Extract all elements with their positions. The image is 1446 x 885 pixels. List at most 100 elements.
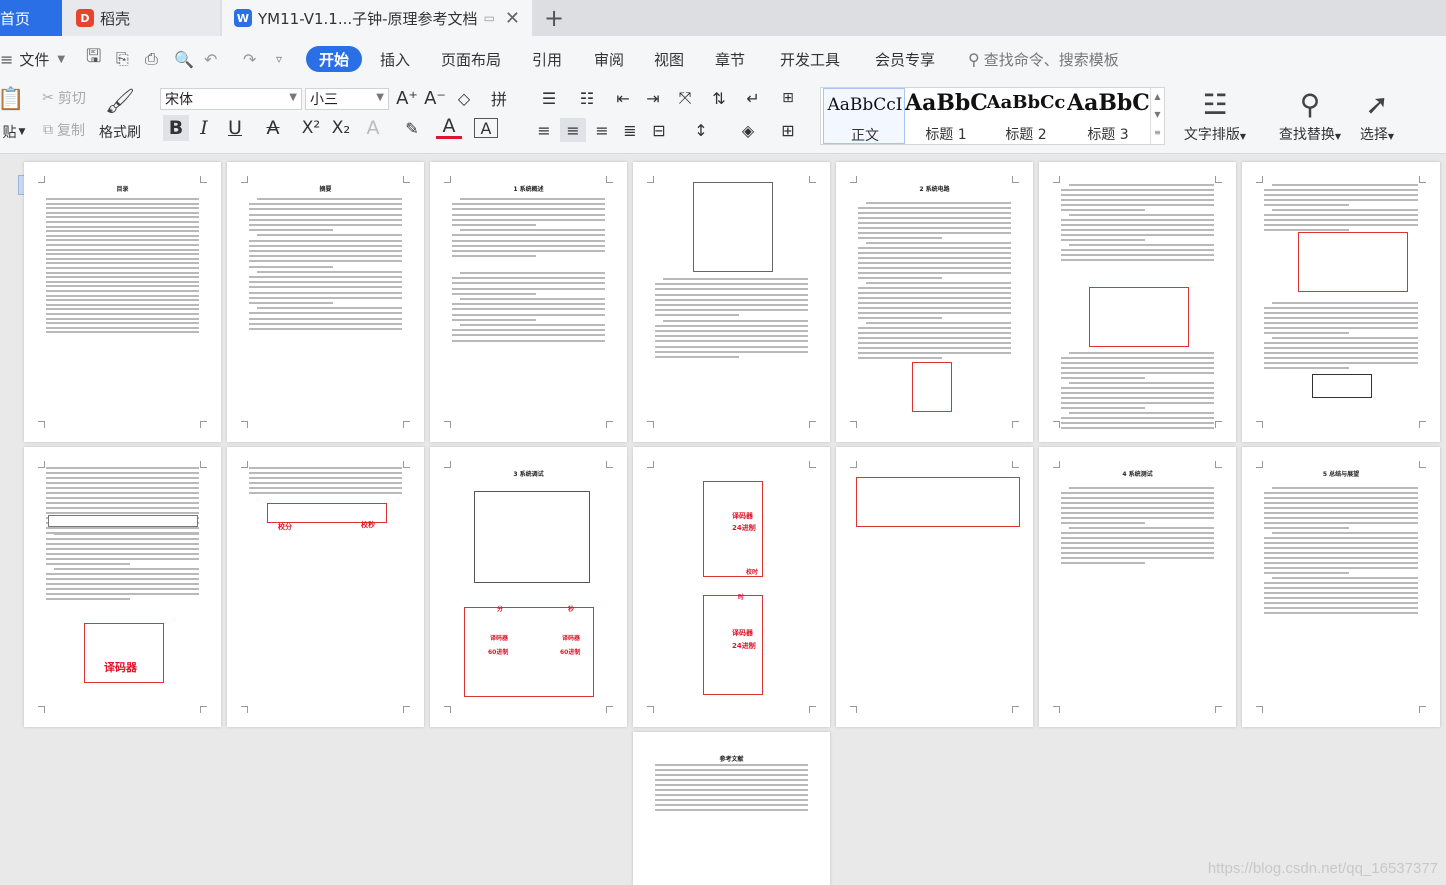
page-thumbnail[interactable]: 参考文献 <box>633 732 830 885</box>
shading-icon[interactable]: ◈ <box>730 118 766 142</box>
print-icon[interactable]: ⎙ <box>145 46 158 72</box>
margin-mark <box>850 176 857 183</box>
menu-insert[interactable]: 插入 <box>380 46 410 72</box>
distribute-icon[interactable]: ⊟ <box>646 118 672 142</box>
page-thumbnail[interactable] <box>24 447 221 727</box>
numbered-list-icon[interactable]: ☷ <box>570 86 604 110</box>
underline-icon[interactable]: U <box>220 115 250 141</box>
tab-document[interactable]: W YM11-V1.1...子钟-原理参考文档 ▭ ✕ <box>222 0 532 36</box>
sort-icon[interactable]: ⇅ <box>706 86 732 110</box>
paste-icon[interactable]: 📋 <box>0 86 25 112</box>
page-thumbnail[interactable] <box>633 447 830 727</box>
new-tab-icon[interactable]: + <box>544 4 564 32</box>
more-icon[interactable]: ▿ <box>276 46 282 72</box>
page-thumbnail[interactable] <box>1039 162 1236 442</box>
styles-scroll[interactable]: ▲ ▼ ≡ <box>1150 88 1164 144</box>
close-tab-icon[interactable]: ✕ <box>505 8 520 29</box>
marks-icon[interactable]: ↵ <box>736 86 770 110</box>
style-normal[interactable]: AaBbCcI 正文 <box>823 88 905 144</box>
page-thumbnail[interactable]: 1 系统概述 <box>430 162 627 442</box>
ruler-icon[interactable]: ⊞ <box>774 86 802 110</box>
highlight-icon[interactable]: ✎ <box>396 115 428 141</box>
subscript-icon[interactable]: X₂ <box>328 115 354 141</box>
grow-font-icon[interactable]: A⁺ <box>396 86 418 110</box>
margin-mark <box>647 461 654 468</box>
menu-member[interactable]: 会员专享 <box>875 46 935 72</box>
cut-button[interactable]: ✂ 剪切 <box>34 88 94 108</box>
style-heading-2-label: 标题 2 <box>1005 127 1047 143</box>
align-left-icon[interactable]: ≡ <box>532 118 556 142</box>
search-command[interactable]: ⚲ 查找命令、搜索模板 <box>968 46 1119 72</box>
font-size-select[interactable]: 小三 ▼ <box>305 88 389 110</box>
export-icon[interactable]: ⎘ <box>116 46 129 72</box>
redo-icon[interactable]: ↷ <box>243 46 256 72</box>
select-button[interactable]: ➚ 选择▼ <box>1354 88 1400 148</box>
style-normal-label: 正文 <box>851 128 879 144</box>
text-line <box>46 303 199 306</box>
strikethrough-icon[interactable]: A <box>258 115 288 141</box>
align-center-icon[interactable]: ≡ <box>560 118 586 142</box>
char-border-icon[interactable]: A <box>474 118 498 138</box>
tab-daoke[interactable]: D 稻壳 <box>62 0 220 36</box>
page-thumbnail[interactable]: 3 系统调试 <box>430 447 627 727</box>
chinese-layout-icon[interactable]: ⤧ <box>668 86 702 110</box>
file-menu[interactable]: ≡ 文件 ▼ <box>0 46 65 72</box>
text-line <box>1061 219 1214 221</box>
page-thumbnail[interactable]: 摘要 <box>227 162 424 442</box>
menu-review[interactable]: 审阅 <box>594 46 624 72</box>
margin-mark <box>200 176 207 183</box>
tab-home[interactable]: 首页 <box>0 0 62 36</box>
page-thumbnail[interactable]: 2 系统电路 <box>836 162 1033 442</box>
screen-icon[interactable]: ▭ <box>484 11 495 25</box>
copy-icon: ⧉ <box>43 122 53 138</box>
menu-developer[interactable]: 开发工具 <box>780 46 840 72</box>
text-effect-icon[interactable]: A <box>360 115 386 141</box>
text-line <box>249 260 402 263</box>
chevron-down-icon: ▼ <box>18 127 26 137</box>
pinyin-icon[interactable]: 拼 <box>482 86 516 110</box>
justify-icon[interactable]: ≣ <box>618 118 642 142</box>
font-name-select[interactable]: 宋体 ▼ <box>160 88 302 110</box>
line-spacing-icon[interactable]: ↕ <box>684 118 718 142</box>
menu-references[interactable]: 引用 <box>532 46 562 72</box>
margin-mark <box>647 421 654 428</box>
menu-page-layout[interactable]: 页面布局 <box>441 46 501 72</box>
text-line <box>46 280 199 283</box>
undo-icon[interactable]: ↶ <box>204 46 217 72</box>
page-thumbnail[interactable]: 目录 <box>24 162 221 442</box>
menu-start[interactable]: 开始 <box>306 46 363 72</box>
superscript-icon[interactable]: X² <box>298 115 324 141</box>
style-heading-2-preview: AaBbCc <box>986 92 1066 113</box>
text-line <box>858 352 1011 354</box>
bullet-list-icon[interactable]: ☰ <box>532 86 566 110</box>
page-thumbnail[interactable]: 4 系统测试 <box>1039 447 1236 727</box>
clear-format-icon[interactable]: ◇ <box>452 86 476 110</box>
style-heading-2[interactable]: AaBbCc 标题 2 <box>985 88 1067 144</box>
style-heading-3[interactable]: AaBbC 标题 3 <box>1067 88 1149 144</box>
print-preview-icon[interactable]: 🔍 <box>174 46 194 72</box>
page-thumbnail[interactable] <box>227 447 424 727</box>
font-color-icon[interactable]: A <box>436 115 462 139</box>
menu-view[interactable]: 视图 <box>654 46 684 72</box>
find-replace-label: 查找替换 <box>1278 127 1335 143</box>
find-replace-button[interactable]: ⚲ 查找替换▼ <box>1272 88 1348 148</box>
page-thumbnail[interactable]: 5 总结与展望 <box>1242 447 1440 727</box>
format-painter-button[interactable]: 格式刷 <box>96 122 144 142</box>
increase-indent-icon[interactable]: ⇥ <box>640 86 666 110</box>
page-thumbnail[interactable] <box>1242 162 1440 442</box>
shrink-font-icon[interactable]: A⁻ <box>424 86 446 110</box>
page-thumbnail[interactable] <box>633 162 830 442</box>
page-thumbnail[interactable] <box>836 447 1033 727</box>
copy-button[interactable]: ⧉ 复制 <box>34 120 94 140</box>
paste-button[interactable]: 贴 ▼ <box>0 122 28 142</box>
text-layout-button[interactable]: ☳ 文字排版▼ <box>1180 88 1250 148</box>
border-icon[interactable]: ⊞ <box>770 118 806 142</box>
document-area[interactable]: ▼ 目录 摘要 1 系统概述 2 系统电路 3 系统调试 4 系统测试 5 总结… <box>0 155 1446 885</box>
save-icon[interactable]: 🖫 <box>86 46 101 72</box>
decrease-indent-icon[interactable]: ⇤ <box>610 86 636 110</box>
align-right-icon[interactable]: ≡ <box>590 118 614 142</box>
italic-icon[interactable]: I <box>193 115 215 141</box>
style-heading-1[interactable]: AaBbC 标题 1 <box>905 88 987 144</box>
bold-icon[interactable]: B <box>163 115 189 141</box>
menu-chapter[interactable]: 章节 <box>715 46 745 72</box>
